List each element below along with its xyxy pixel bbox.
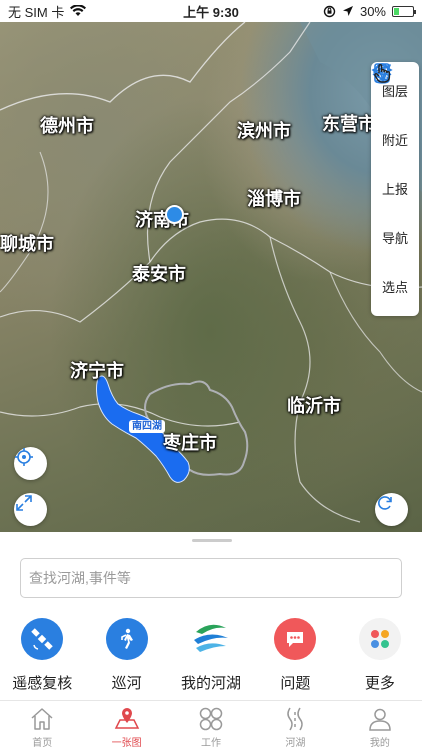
boundary-line [0,22,246,111]
tab-home[interactable]: 首页 [0,701,84,750]
expand-icon [16,495,32,511]
chat-bubble-icon [274,618,317,660]
map-pin-icon [114,708,139,729]
shortcut-more[interactable]: 更多 [338,618,422,694]
status-right: 30% [323,3,416,19]
locate-me-button[interactable] [14,447,47,480]
city-label: 东营市 [322,114,376,134]
city-label: 泰安市 [132,264,186,284]
tab-map[interactable]: 一张图 [84,701,168,750]
wifi-icon [70,5,87,16]
city-label: 滨州市 [237,121,291,141]
tab-work[interactable]: 工作 [169,701,253,750]
shortcut-my-rivers[interactable]: 我的河湖 [169,618,253,694]
city-label: 枣庄市 [163,433,217,453]
refresh-icon [378,496,392,510]
shortcut-label: 巡河 [111,675,142,692]
nearby-button[interactable]: 附近 [371,63,419,164]
tab-label: 河湖 [285,738,306,749]
pick-point-button[interactable]: 选点 [371,64,419,311]
grid-icon [199,707,223,731]
status-bar: 无 SIM 卡 上午 9:30 30% [0,0,422,22]
tab-label: 一张图 [111,738,142,749]
shortcut-patrol[interactable]: 巡河 [84,618,168,694]
tab-mine[interactable]: 我的 [338,701,422,750]
tab-label: 首页 [32,738,53,749]
satellite-icon [21,618,64,660]
search-input[interactable] [20,558,402,598]
bottom-tab-bar: 首页 一张图 工作 河湖 我的 [0,700,422,750]
bottom-panel: 遥感复核 巡河 我的河湖 [0,532,422,700]
fullscreen-button[interactable] [14,493,47,526]
tab-rivers[interactable]: 河湖 [253,701,337,750]
current-location-marker[interactable] [165,205,184,224]
crosshair-icon [15,448,33,466]
home-icon [31,708,53,730]
walking-person-icon [105,618,148,660]
report-button[interactable]: 上报 [371,63,419,213]
city-label: 德州市 [40,116,94,136]
tab-label: 工作 [201,738,222,749]
navigate-label: 导航 [381,231,408,246]
shortcut-issues[interactable]: 问题 [253,618,337,694]
pick-point-label: 选点 [381,280,408,295]
shortcut-label: 更多 [364,675,395,692]
grid-dots-icon [358,618,401,660]
tab-label: 我的 [369,738,390,749]
river-icon [287,707,304,731]
shortcut-remote-sensing[interactable]: 遥感复核 [0,618,84,694]
map-overlay [0,22,422,523]
boundary-line [0,218,422,323]
shortcut-label: 遥感复核 [12,675,73,692]
river-logo-icon [190,618,232,660]
boundary-line [269,236,361,523]
carrier-label: 无 SIM 卡 [8,4,65,20]
map-toolbox: 图层 附近 上报 导航 选点 [371,62,419,316]
status-left: 无 SIM 卡 [8,2,87,21]
battery-percent: 30% [359,3,386,19]
city-label: 济宁市 [70,361,124,381]
shortcut-row: 遥感复核 巡河 我的河湖 问题 更多 [0,618,422,694]
drag-handle[interactable] [192,539,232,542]
shortcut-label: 问题 [280,675,311,692]
navigate-button[interactable]: 导航 [371,64,419,262]
nearby-label: 附近 [381,133,408,148]
battery-icon [392,5,416,17]
city-label: 聊城市 [0,234,54,254]
city-label: 淄博市 [247,189,301,209]
report-label: 上报 [381,182,408,197]
user-icon [369,708,391,731]
satellite-map[interactable]: 德州市 滨州市 东营市 济南市 淄博市 聊城市 泰安市 济宁市 临沂市 枣庄市 … [0,22,422,532]
battery-fill [394,7,399,15]
hand-pointer-icon [374,64,391,83]
refresh-button[interactable] [375,493,408,526]
shortcut-label: 我的河湖 [181,675,242,692]
rotation-lock-icon [323,5,336,17]
location-arrow-icon [342,6,353,16]
lake-label[interactable]: 南四湖 [129,420,165,433]
city-label: 临沂市 [287,396,341,416]
boundary-line [0,151,49,293]
